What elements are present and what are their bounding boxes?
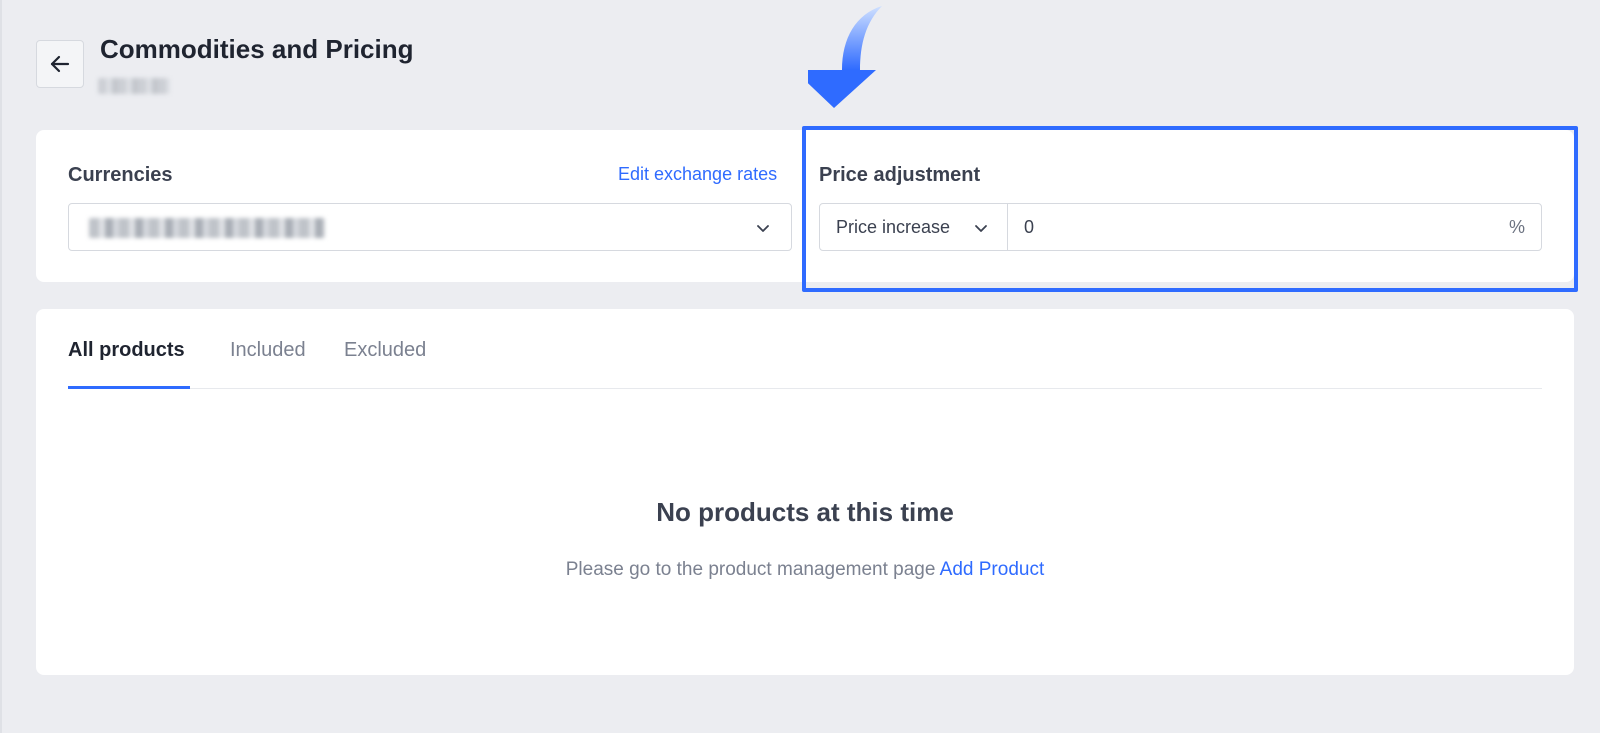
add-product-link[interactable]: Add Product bbox=[940, 559, 1045, 580]
redacted-currency-value bbox=[89, 218, 325, 238]
empty-state-text: Please go to the product management page… bbox=[36, 559, 1574, 581]
tab-included[interactable]: Included bbox=[230, 339, 306, 362]
chevron-down-icon bbox=[975, 225, 987, 232]
edit-exchange-rates-link[interactable]: Edit exchange rates bbox=[618, 164, 777, 185]
product-tabs: All products Included Excluded bbox=[68, 309, 1542, 389]
price-mode-select[interactable]: Price increase bbox=[820, 204, 1008, 250]
page: Commodities and Pricing Currencies Edit … bbox=[0, 0, 1600, 733]
price-adjustment-input[interactable] bbox=[1008, 204, 1493, 250]
back-button[interactable] bbox=[36, 40, 84, 88]
price-adjustment-label: Price adjustment bbox=[819, 164, 981, 186]
active-tab-indicator bbox=[68, 386, 190, 389]
pointer-arrow-icon bbox=[808, 6, 882, 108]
percent-unit: % bbox=[1508, 216, 1525, 237]
products-card: All products Included Excluded No produc… bbox=[36, 309, 1574, 675]
page-title: Commodities and Pricing bbox=[100, 34, 414, 64]
currencies-label: Currencies bbox=[68, 164, 173, 186]
tab-all-products[interactable]: All products bbox=[68, 339, 185, 362]
price-adjustment-group: Price increase % bbox=[819, 203, 1542, 251]
price-mode-value: Price increase bbox=[836, 216, 951, 237]
redacted-subtitle bbox=[98, 78, 170, 94]
empty-state-message: Please go to the product management page bbox=[565, 559, 940, 580]
arrow-left-icon bbox=[50, 55, 70, 73]
tab-excluded[interactable]: Excluded bbox=[344, 339, 426, 362]
currency-select[interactable] bbox=[68, 203, 792, 251]
chevron-down-icon bbox=[757, 225, 769, 232]
empty-state-title: No products at this time bbox=[656, 497, 954, 527]
